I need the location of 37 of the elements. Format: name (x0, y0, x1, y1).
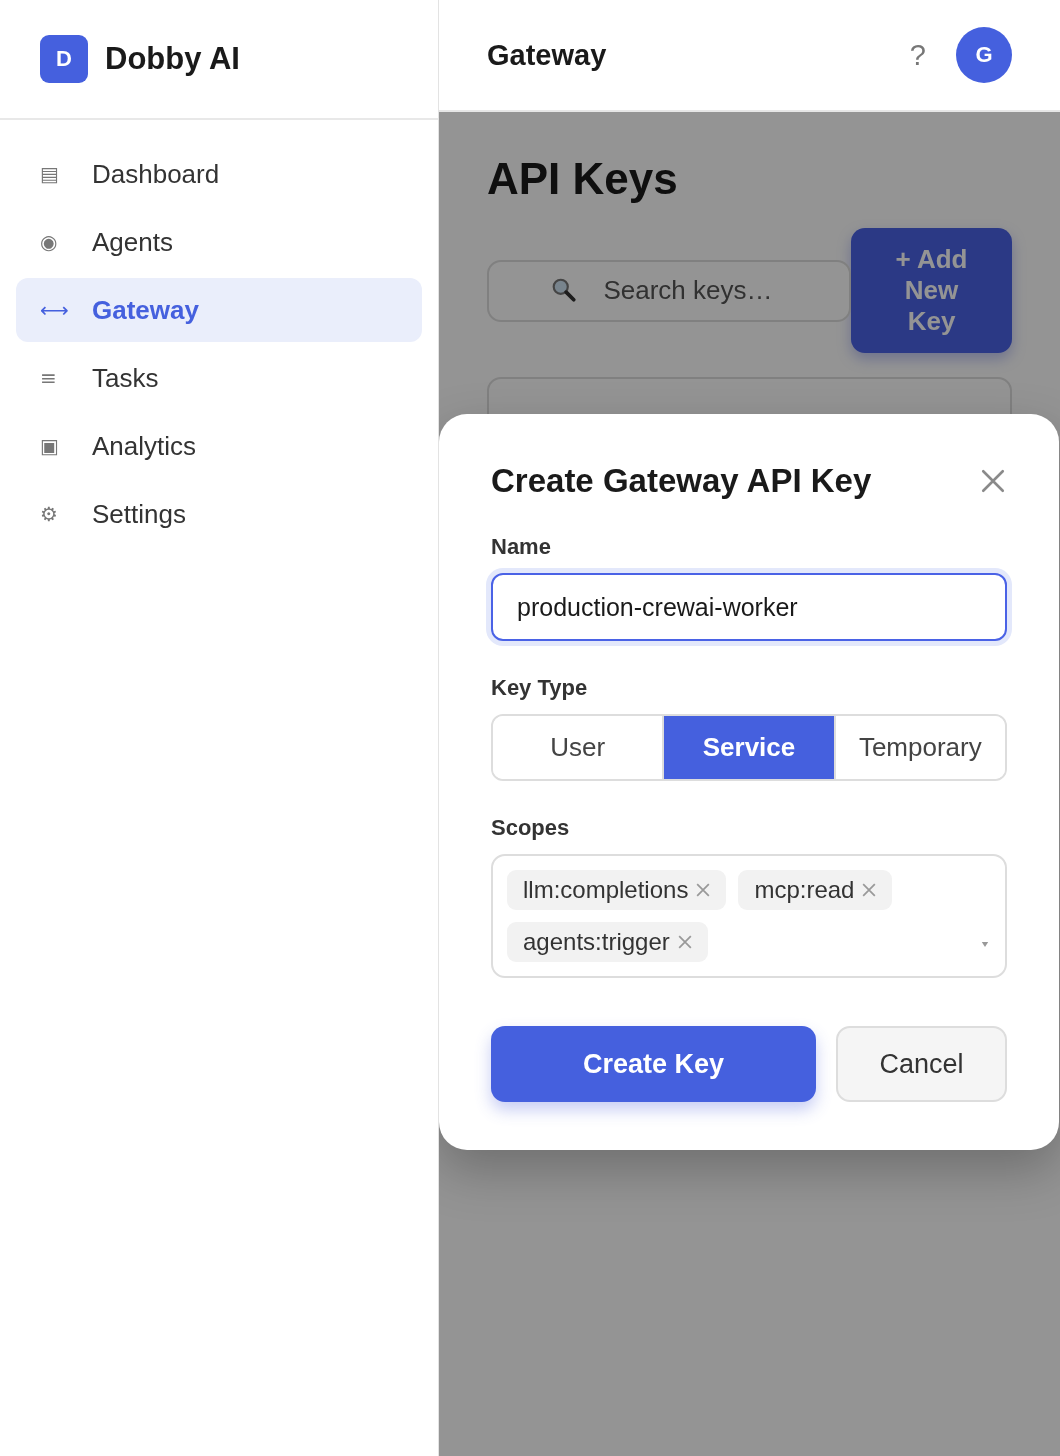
key-type-option[interactable]: User (493, 716, 665, 779)
remove-icon[interactable] (696, 883, 711, 897)
sidebar-item[interactable]: ⚙ Settings (16, 482, 422, 546)
sidebar-item[interactable]: ◉ Agents (16, 210, 422, 274)
logo-icon: D (40, 35, 88, 83)
nav-icon: ▣ (40, 434, 92, 458)
close-icon[interactable] (980, 468, 1006, 494)
app-name: Dobby AI (105, 41, 240, 77)
help-button[interactable]: ? (905, 38, 930, 72)
user-avatar[interactable]: G (956, 27, 1012, 83)
nav-icon: ⟷ (40, 298, 92, 322)
nav-icon: ≡ (40, 366, 92, 390)
field-label: Scopes (491, 815, 571, 841)
caret-icon (981, 941, 989, 948)
cancel-button[interactable]: Cancel (836, 1026, 1007, 1102)
key-type-option[interactable]: Service (664, 716, 836, 779)
sidebar-item[interactable]: ▣ Analytics (16, 414, 422, 478)
create-key-button[interactable]: Create Key (491, 1026, 816, 1102)
nav-icon: ◉ (40, 230, 92, 254)
scope-label: agents:trigger (523, 928, 670, 956)
scope-label: llm:completions (523, 876, 689, 904)
remove-icon[interactable] (862, 883, 877, 897)
section-heading: API Keys (487, 154, 679, 204)
scopes-field[interactable]: llm:completions mcp:read agents:trigger (491, 854, 1007, 978)
sidebar-item[interactable]: ▤ Dashboard (16, 142, 422, 206)
sidebar-item[interactable]: ⟷ Gateway (16, 278, 422, 342)
name-field[interactable]: production-crewai-worker (491, 573, 1007, 641)
field-label: Key Type (491, 675, 589, 701)
scope-label: mcp:read (754, 876, 855, 904)
search-field[interactable]: Search keys… (487, 259, 851, 322)
nav-icon: ▤ (40, 162, 92, 186)
nav-icon: ⚙ (40, 502, 92, 526)
sidebar-item[interactable]: ≡ Tasks (16, 346, 422, 410)
page-title: Gateway (487, 38, 607, 72)
remove-icon[interactable] (677, 935, 692, 949)
field-label: Name (491, 534, 552, 560)
dialog-title: Create Gateway API Key (491, 462, 872, 500)
